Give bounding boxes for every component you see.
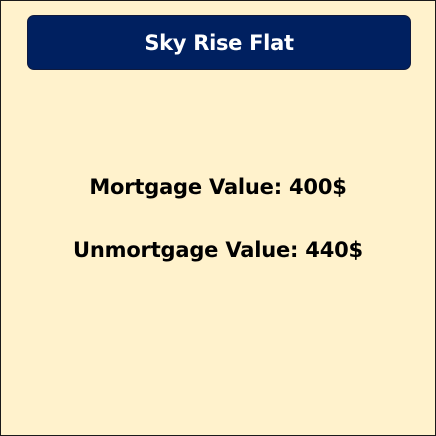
- mortgage-value-text: Mortgage Value: 400$: [89, 175, 347, 199]
- property-card: Sky Rise Flat Mortgage Value: 400$ Unmor…: [0, 0, 436, 436]
- unmortgage-value-text: Unmortgage Value: 440$: [73, 238, 363, 262]
- property-title: Sky Rise Flat: [27, 15, 411, 70]
